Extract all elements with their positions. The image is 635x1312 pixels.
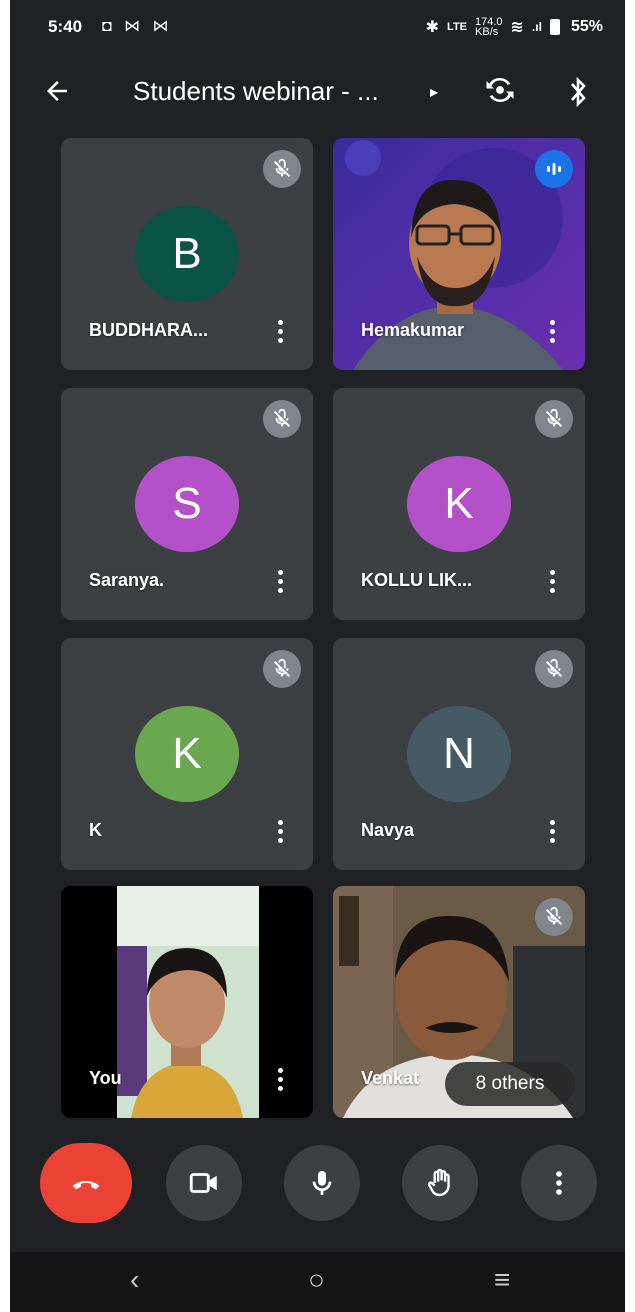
- caret-right-icon[interactable]: ▸: [430, 82, 438, 102]
- top-bar: Students webinar - ... ▸: [10, 62, 625, 126]
- bluetooth-icon[interactable]: [566, 74, 590, 110]
- status-time: 5:40: [48, 17, 83, 36]
- more-options-icon[interactable]: [277, 570, 283, 596]
- participant-tile[interactable]: K KOLLU LIK...: [333, 388, 585, 620]
- participant-tile[interactable]: B BUDDHARA...: [61, 138, 313, 370]
- more-options-icon[interactable]: [549, 820, 555, 846]
- participant-name: KOLLU LIK...: [361, 570, 472, 590]
- mic-off-icon: [535, 400, 573, 438]
- mic-off-icon: [263, 650, 301, 688]
- participant-name: Saranya.: [89, 570, 165, 590]
- avatar: N: [407, 706, 511, 802]
- mic-off-icon: [263, 400, 301, 438]
- status-right: ✱ LTE 174.0 KB/s ≋ .ıl 55%: [425, 16, 603, 38]
- system-nav-bar: ‹ ○ ≡: [10, 1252, 625, 1312]
- meeting-title[interactable]: Students webinar - ...: [133, 76, 379, 107]
- speaking-indicator-icon: [535, 150, 573, 188]
- participant-name: Venkat: [361, 1068, 420, 1088]
- meet-screen: 5:40 ◘ ⋈ ⋈ ✱ LTE 174.0 KB/s ≋ .ıl 55% St…: [10, 0, 625, 1312]
- camera-icon: [189, 1173, 217, 1193]
- raise-hand-button[interactable]: [402, 1145, 478, 1221]
- participant-name: You: [89, 1068, 122, 1088]
- self-view-tile[interactable]: You: [61, 886, 313, 1118]
- back-arrow-icon[interactable]: [42, 76, 72, 114]
- nav-home-icon[interactable]: ○: [308, 1264, 325, 1296]
- notification-icons: ◘ ⋈ ⋈: [102, 18, 173, 35]
- more-options-icon[interactable]: [277, 820, 283, 846]
- participant-tile[interactable]: Venkat 8 others: [333, 886, 585, 1118]
- avatar: K: [135, 706, 239, 802]
- nav-back-icon[interactable]: ‹: [130, 1264, 139, 1296]
- mic-off-icon: [263, 150, 301, 188]
- mic-off-icon: [535, 898, 573, 936]
- switch-camera-icon[interactable]: [482, 72, 518, 108]
- camera-button[interactable]: [166, 1145, 242, 1221]
- participant-name: K: [89, 820, 102, 840]
- participant-tile[interactable]: S Saranya.: [61, 388, 313, 620]
- end-call-icon: [72, 1180, 100, 1190]
- avatar: B: [135, 206, 239, 302]
- more-options-icon[interactable]: [277, 320, 283, 346]
- raise-hand-icon: [427, 1168, 450, 1197]
- status-bar: 5:40 ◘ ⋈ ⋈ ✱ LTE 174.0 KB/s ≋ .ıl 55%: [10, 0, 625, 56]
- participant-tile[interactable]: Hemakumar: [333, 138, 585, 370]
- more-options-icon[interactable]: [549, 570, 555, 596]
- mic-icon: [312, 1171, 332, 1195]
- wifi-icon: ≋: [510, 19, 524, 36]
- end-call-button[interactable]: [40, 1143, 132, 1223]
- nav-recents-icon[interactable]: ≡: [494, 1264, 510, 1296]
- more-icon: [556, 1171, 562, 1195]
- signal-icon: .ıl: [531, 20, 542, 34]
- net-speed: 174.0 KB/s: [475, 16, 503, 38]
- participant-tile[interactable]: K K: [61, 638, 313, 870]
- battery-level: 55%: [570, 18, 603, 35]
- more-options-icon[interactable]: [277, 1068, 283, 1094]
- more-options-icon[interactable]: [549, 320, 555, 346]
- more-options-button[interactable]: [521, 1145, 597, 1221]
- lte-icon: LTE: [447, 21, 468, 33]
- avatar: K: [407, 456, 511, 552]
- participant-tile[interactable]: N Navya: [333, 638, 585, 870]
- mic-off-icon: [535, 650, 573, 688]
- mic-button[interactable]: [284, 1145, 360, 1221]
- participant-name: Hemakumar: [361, 320, 465, 340]
- vibrate-icon: ✱: [425, 19, 440, 36]
- others-count-chip[interactable]: 8 others: [445, 1062, 575, 1106]
- battery-icon: [549, 19, 560, 35]
- participant-name: Navya: [361, 820, 415, 840]
- participant-name: BUDDHARA...: [89, 320, 208, 340]
- avatar: S: [135, 456, 239, 552]
